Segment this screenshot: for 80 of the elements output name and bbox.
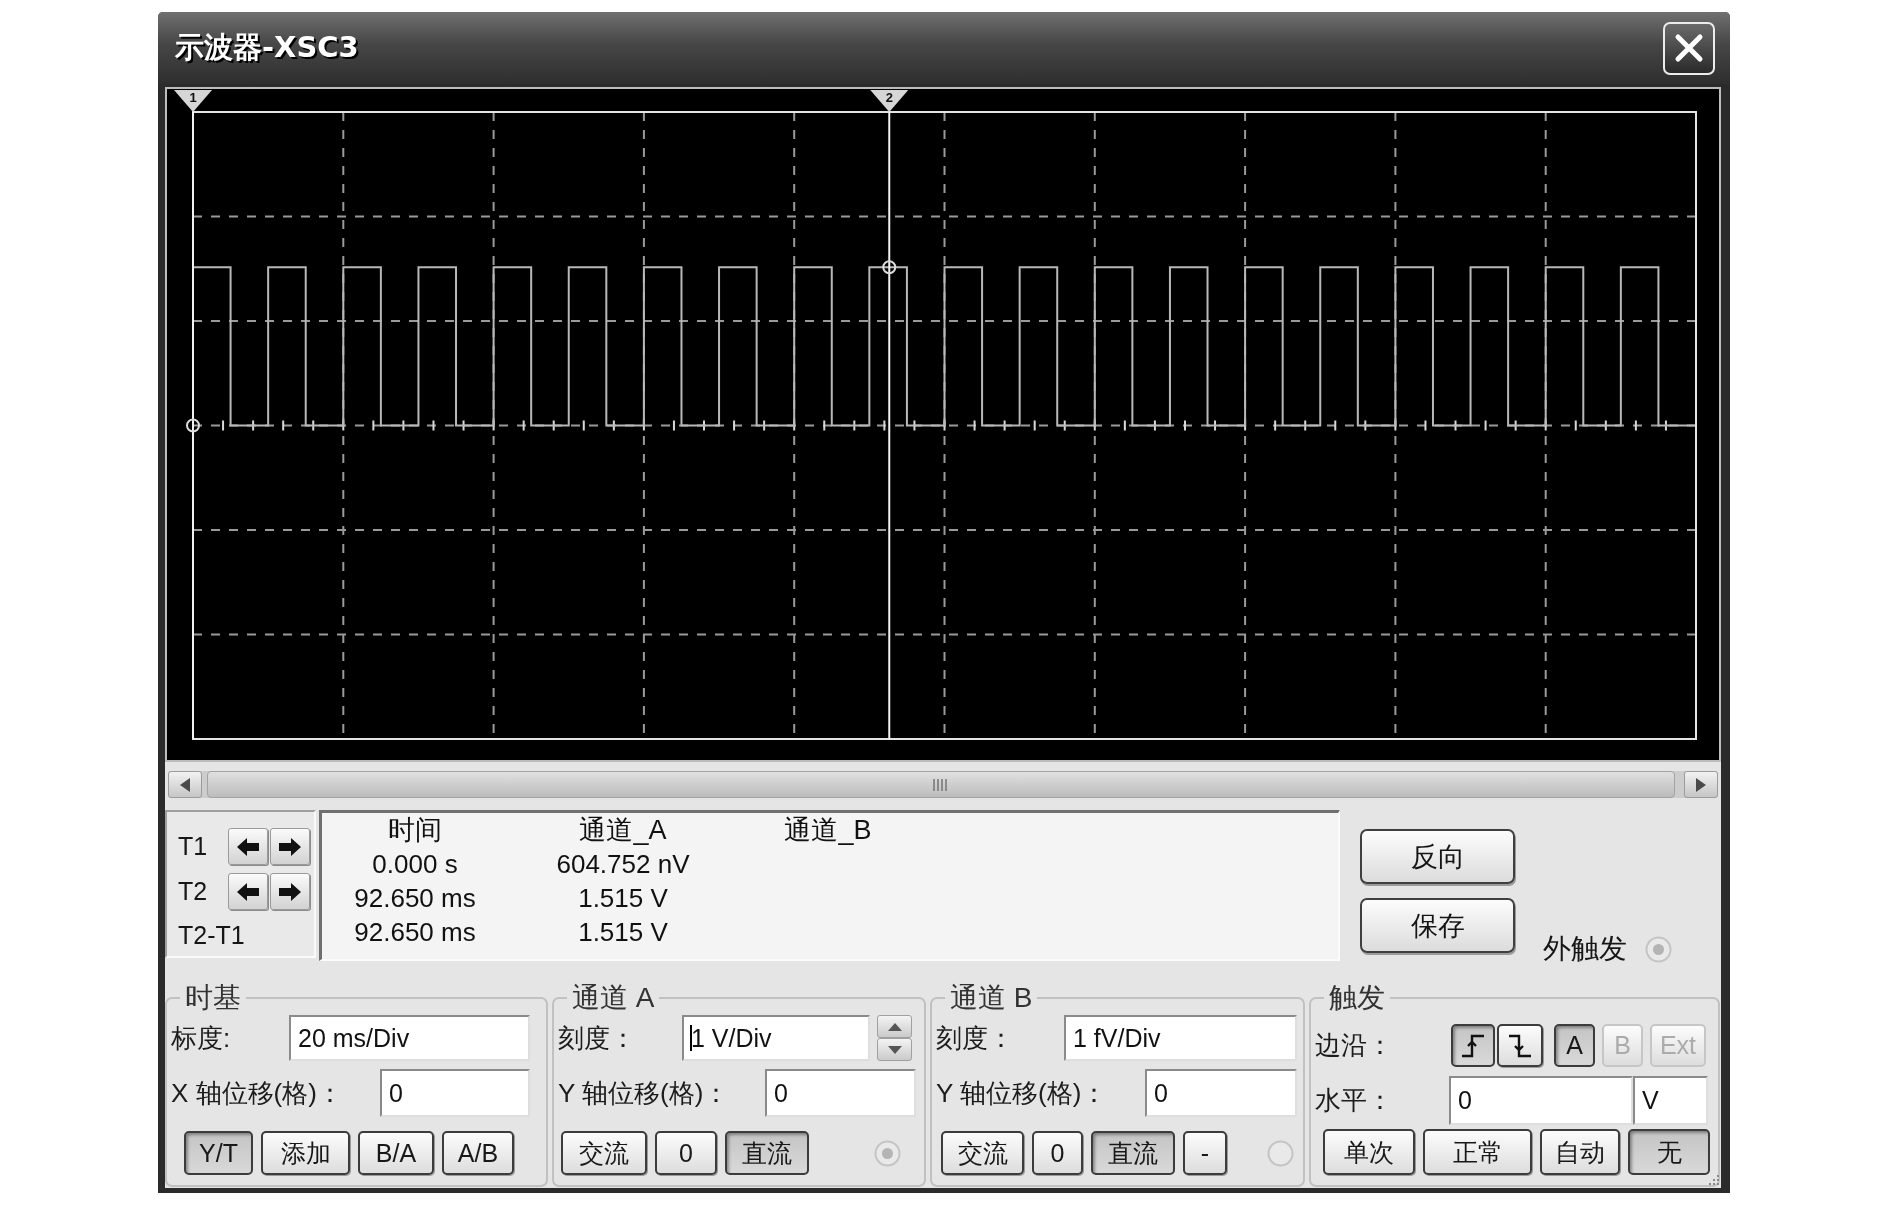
unit-field: V xyxy=(1633,1076,1708,1125)
window-title: 示波器-XSC3 xyxy=(175,29,359,66)
coupling-button[interactable]: 0 xyxy=(655,1131,717,1175)
action-button[interactable]: 反向 xyxy=(1360,829,1515,884)
readout-cell-text: 1.515 V xyxy=(578,916,668,949)
caret-up-icon xyxy=(887,1022,902,1031)
readout-cell-text: 604.752 nV xyxy=(556,848,690,881)
triangle-left-icon xyxy=(180,777,190,792)
display-mode-button[interactable]: Y/T xyxy=(184,1131,253,1175)
triangle-right-icon xyxy=(1696,777,1706,792)
position-field[interactable]: 0 xyxy=(1145,1069,1297,1117)
scroll-left-button[interactable] xyxy=(168,771,202,798)
arrow-right-icon xyxy=(279,882,301,901)
trigger-mode-button[interactable]: 自动 xyxy=(1540,1129,1620,1175)
cursor-label: T1 xyxy=(177,832,209,861)
field-label: Y 轴位移(格)： xyxy=(558,1076,730,1110)
scale-field[interactable]: 20 ms/Div xyxy=(289,1015,530,1061)
move-right-button[interactable] xyxy=(270,873,310,910)
cursor-label: T2-T1 xyxy=(177,920,245,950)
column-header: 通道_A xyxy=(579,814,667,847)
display-mode-button[interactable]: B/A xyxy=(358,1131,434,1175)
cursor-marker-icon xyxy=(882,260,897,275)
action-button[interactable]: 保存 xyxy=(1360,898,1515,953)
readout-cell-text: 92.650 ms xyxy=(354,916,476,949)
field-label: X 轴位移(格)： xyxy=(171,1076,343,1110)
rising-edge-icon xyxy=(1461,1033,1485,1058)
cursor-label: T2 xyxy=(177,877,209,906)
display-mode-button[interactable]: 添加 xyxy=(261,1131,350,1175)
grip-icon xyxy=(933,777,949,792)
field-label: 边沿： xyxy=(1315,1029,1393,1062)
scale-field[interactable]: 1 V/Div xyxy=(682,1015,870,1061)
coupling-button[interactable]: 交流 xyxy=(941,1131,1024,1175)
column-header: 时间 xyxy=(388,814,442,847)
arrow-left-icon xyxy=(237,837,259,856)
arrow-left-icon xyxy=(237,882,259,901)
display-mode-button[interactable]: A/B xyxy=(442,1131,514,1175)
column-header: 通道_B xyxy=(784,814,872,847)
move-left-button[interactable] xyxy=(228,828,268,865)
cursor-handle[interactable]: 2 xyxy=(870,90,909,112)
position-field[interactable]: 0 xyxy=(765,1069,916,1117)
scale-field[interactable]: 1 fV/Div xyxy=(1064,1015,1297,1061)
close-icon xyxy=(1674,33,1704,63)
cursor-marker-icon xyxy=(186,418,200,433)
edge-button[interactable] xyxy=(1451,1024,1495,1067)
spin-down-button[interactable] xyxy=(877,1038,912,1061)
coupling-button[interactable]: 直流 xyxy=(725,1131,809,1175)
readout-cell-text: 92.650 ms xyxy=(354,882,476,915)
readout-cell-text: 1.515 V xyxy=(578,882,668,915)
cursor-line[interactable] xyxy=(888,111,891,740)
arrow-right-icon xyxy=(279,837,301,856)
field-label: 刻度： xyxy=(558,1021,636,1055)
close-button[interactable] xyxy=(1663,21,1715,75)
coupling-button[interactable]: 交流 xyxy=(561,1131,647,1175)
move-left-button[interactable] xyxy=(228,873,268,910)
edge-button[interactable] xyxy=(1497,1024,1543,1067)
move-right-button[interactable] xyxy=(270,828,310,865)
trigger-level-field[interactable]: 0 xyxy=(1449,1076,1633,1125)
position-field[interactable]: 0 xyxy=(380,1069,530,1117)
caret-down-icon xyxy=(887,1045,902,1054)
coupling-button[interactable]: 直流 xyxy=(1091,1131,1175,1175)
trigger-mode-button[interactable]: 正常 xyxy=(1423,1129,1532,1175)
ext-trigger-label: 外触发 xyxy=(1543,932,1627,966)
trigger-mode-button[interactable]: 单次 xyxy=(1323,1129,1415,1175)
field-label: 水平： xyxy=(1315,1084,1393,1117)
field-label: Y 轴位移(格)： xyxy=(936,1076,1108,1110)
field-label: 标度: xyxy=(171,1021,231,1055)
group-title: 触发 xyxy=(1328,982,1386,1014)
readout-cell-text: 0.000 s xyxy=(372,848,458,881)
scroll-right-button[interactable] xyxy=(1684,771,1718,798)
group-title: 通道 A xyxy=(571,982,656,1014)
field-label: 刻度： xyxy=(936,1021,1014,1055)
falling-edge-icon xyxy=(1508,1033,1532,1058)
group-title: 时基 xyxy=(184,982,242,1014)
spin-up-button[interactable] xyxy=(877,1015,912,1038)
group-title: 通道 B xyxy=(949,982,1034,1014)
coupling-button[interactable]: 0 xyxy=(1032,1131,1083,1175)
trigger-mode-button[interactable]: 无 xyxy=(1628,1129,1710,1175)
coupling-button[interactable]: - xyxy=(1183,1131,1227,1175)
source-button[interactable]: A xyxy=(1554,1024,1595,1067)
cursor-handle[interactable]: 1 xyxy=(174,90,212,112)
